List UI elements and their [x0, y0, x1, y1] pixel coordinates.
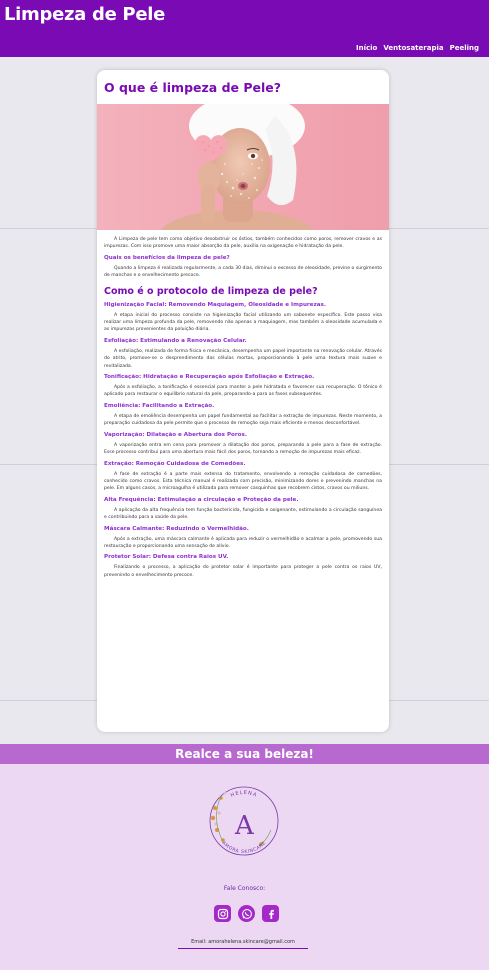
step-heading: Alta Frequência: Estimulação a circulaçã… — [104, 496, 299, 503]
logo-text-top: HELENA — [230, 790, 257, 799]
instagram-icon — [217, 908, 228, 919]
whatsapp-link[interactable] — [238, 905, 255, 922]
nav-link-peeling[interactable]: Peeling — [450, 44, 479, 52]
nav-link-inicio[interactable]: Início — [356, 44, 377, 52]
logo-letter: A — [234, 811, 255, 841]
step-text: A etapa inicial do processo consiste na … — [104, 312, 382, 333]
facebook-link[interactable] — [262, 905, 279, 922]
step-text: A esfoliação, realizada de forma física … — [104, 348, 382, 369]
step-text: A etapa de emoliência desempenha um pape… — [104, 413, 382, 427]
step-text: Após a esfoliação, a tonificação é essen… — [104, 385, 382, 398]
cta-banner-text: Realce a sua beleza! — [175, 747, 314, 761]
step-text: A fase de extração é a parte mais extens… — [104, 471, 382, 492]
article-card: O que é limpeza de Pele? A Limpeza de pe… — [97, 70, 389, 732]
svg-text:HELENA: HELENA — [230, 790, 258, 799]
step-heading: Máscara Calmante: Reduzindo o Vermelhidã… — [104, 525, 249, 532]
site-footer: A HELENA AMORA SKINCARE Fale Conosco: Em… — [0, 764, 489, 970]
cta-banner: Realce a sua beleza! — [0, 744, 489, 764]
step-heading: Vaporização: Dilatação e Abertura dos Po… — [104, 431, 247, 438]
hero-image — [97, 104, 389, 230]
nav-link-ventosaterapia[interactable]: Ventosaterapia — [383, 44, 443, 52]
step-heading: Tonificação: Hidratação e Recuperação ap… — [104, 374, 315, 381]
step-heading: Esfoliação: Estimulando a Renovação Celu… — [104, 337, 247, 344]
article-content: A Limpeza de pele tem como objetivo deso… — [104, 236, 382, 579]
facebook-icon — [268, 909, 274, 919]
step-text: A vaporização entra em cena para promove… — [104, 442, 382, 456]
step-text: Finalizando o processo, a aplicação do p… — [104, 565, 382, 578]
benefits-paragraph: Quando a limpeza é realizada regularment… — [104, 265, 382, 279]
step-text: A aplicação da alta frequência tem funçã… — [104, 507, 382, 521]
site-header: Limpeza de Pele Início Ventosaterapia Pe… — [0, 0, 489, 57]
amora-skincare-logo: A HELENA AMORA SKINCARE — [209, 786, 279, 856]
social-links — [214, 905, 279, 922]
intro-paragraph: A Limpeza de pele tem como objetivo deso… — [104, 237, 382, 250]
protocol-heading: Como é o protocolo de limpeza de pele? — [104, 285, 318, 297]
instagram-link[interactable] — [214, 905, 231, 922]
whatsapp-icon — [241, 908, 252, 919]
woman-face-mask-illustration — [161, 104, 313, 230]
step-heading: Emoliência: Facilitando a Extração. — [104, 402, 215, 409]
step-heading: Higienização Facial: Removendo Maquiagem… — [104, 301, 326, 308]
benefits-heading: Quais os benefícios da limpeza de pele? — [104, 254, 230, 261]
site-brand-title: Limpeza de Pele — [4, 4, 166, 25]
main-nav: Início Ventosaterapia Peeling — [356, 44, 479, 52]
step-heading: Extração: Remoção Cuidadosa de Comedões. — [104, 460, 246, 467]
contact-label: Fale Conosco: — [223, 885, 266, 892]
article-title: O que é limpeza de Pele? — [104, 80, 281, 95]
step-text: Após a extração, uma máscara calmante é … — [104, 536, 382, 549]
step-heading: Protetor Solar: Defesa contra Raios UV. — [104, 554, 229, 561]
contact-email: Email: amorahelena.skincare@gmail.com — [178, 939, 308, 949]
